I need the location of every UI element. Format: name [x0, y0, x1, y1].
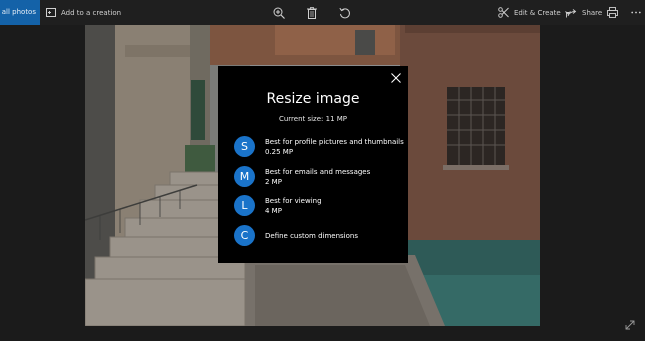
edit-create-button[interactable]: Edit & Create — [498, 0, 571, 25]
close-icon — [391, 73, 401, 83]
zoom-in-button[interactable] — [273, 0, 285, 25]
add-to-creation-label: Add to a creation — [61, 8, 122, 17]
dialog-title: Resize image — [266, 91, 360, 107]
option-size: 4 MP — [265, 207, 282, 215]
more-options-button[interactable] — [631, 0, 641, 25]
option-description: Best for profile pictures and thumbnails — [265, 138, 404, 146]
edit-create-label: Edit & Create — [514, 8, 561, 17]
see-all-photos-button[interactable]: See all photos — [0, 0, 40, 25]
add-to-creation-icon — [46, 8, 56, 17]
option-letter-badge: M — [234, 166, 255, 187]
option-description: Define custom dimensions — [265, 232, 358, 240]
close-button[interactable] — [389, 71, 403, 85]
option-letter-badge: L — [234, 195, 255, 216]
delete-icon — [307, 6, 317, 19]
add-to-creation-button[interactable]: Add to a creation — [46, 0, 121, 25]
more-icon — [631, 11, 641, 14]
option-size: 2 MP — [265, 178, 282, 186]
expand-icon[interactable] — [625, 320, 635, 330]
option-letter-badge: S — [234, 136, 255, 157]
share-label: Share — [582, 8, 603, 17]
rotate-button[interactable] — [339, 0, 351, 25]
delete-button[interactable] — [307, 0, 317, 25]
option-description: Best for viewing — [265, 197, 322, 205]
option-description: Best for emails and messages — [265, 168, 371, 176]
resize-image-dialog: Resize image Current size: 11 MP S Best … — [218, 66, 408, 263]
option-letter-badge: C — [234, 225, 255, 246]
print-icon — [607, 7, 618, 18]
edit-create-icon — [498, 7, 509, 18]
rotate-icon — [339, 7, 350, 18]
print-button[interactable] — [607, 0, 618, 25]
resize-option-custom[interactable]: C Define custom dimensions — [234, 225, 404, 247]
current-size-label: Current size: 11 MP — [278, 115, 348, 123]
see-all-photos-label: See all photos — [0, 8, 36, 16]
resize-option-large[interactable]: L Best for viewing 4 MP — [234, 195, 404, 217]
share-button[interactable]: Share — [566, 0, 602, 25]
zoom-in-icon — [273, 7, 285, 19]
option-size: 0.25 MP — [265, 148, 294, 156]
app-toolbar: See all photos Add to a creation — [0, 0, 645, 25]
resize-option-medium[interactable]: M Best for emails and messages 2 MP — [234, 166, 404, 188]
resize-option-small[interactable]: S Best for profile pictures and thumbnai… — [234, 136, 404, 158]
share-icon — [566, 8, 577, 17]
